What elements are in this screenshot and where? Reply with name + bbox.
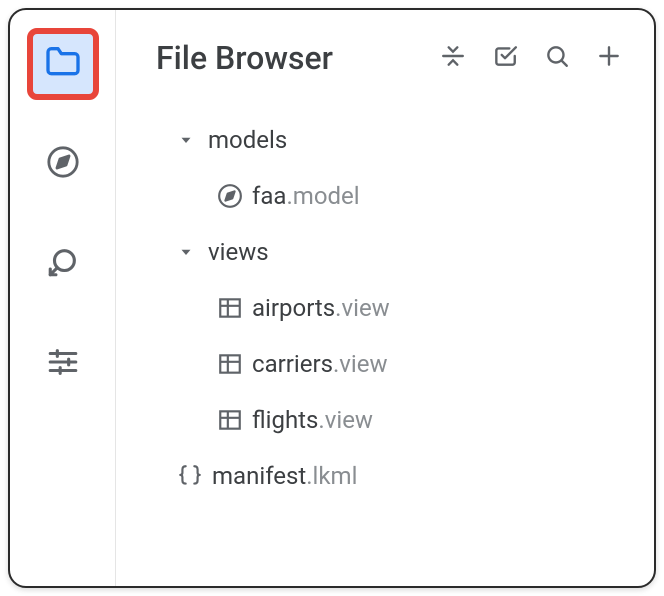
tree-file[interactable]: carriers.view <box>164 336 654 392</box>
search-icon <box>544 43 570 73</box>
file-tree: models faa.model views airports.view <box>116 106 654 504</box>
toolbar <box>440 43 622 73</box>
folder-label: views <box>208 238 269 266</box>
sliders-icon <box>46 345 80 383</box>
tree-folder-models[interactable]: models <box>164 112 654 168</box>
checklist-icon <box>492 43 518 73</box>
toolbar-search-button[interactable] <box>544 43 570 73</box>
toolbar-add-button[interactable] <box>596 43 622 73</box>
sidebar <box>10 10 116 586</box>
sidebar-btn-history[interactable] <box>27 228 99 300</box>
file-label: faa.model <box>252 182 360 210</box>
header: File Browser <box>116 10 654 106</box>
main-panel: File Browser <box>116 10 654 586</box>
chevron-down-icon <box>164 243 208 261</box>
file-label: carriers.view <box>252 350 388 378</box>
history-icon <box>46 245 80 283</box>
file-label: manifest.lkml <box>212 462 357 490</box>
sidebar-btn-compass[interactable] <box>27 128 99 200</box>
folder-label: models <box>208 126 287 154</box>
table-icon <box>208 351 252 377</box>
tree-file[interactable]: flights.view <box>164 392 654 448</box>
folder-icon <box>43 42 83 86</box>
compass-icon <box>46 145 80 183</box>
plus-icon <box>596 43 622 73</box>
page-title: File Browser <box>156 39 333 77</box>
table-icon <box>208 295 252 321</box>
sidebar-btn-folder[interactable] <box>27 28 99 100</box>
table-icon <box>208 407 252 433</box>
collapse-icon <box>440 43 466 73</box>
toolbar-collapse-button[interactable] <box>440 43 466 73</box>
file-label: flights.view <box>252 406 373 434</box>
tree-file[interactable]: faa.model <box>164 168 654 224</box>
sidebar-btn-sliders[interactable] <box>27 328 99 400</box>
tree-file[interactable]: airports.view <box>164 280 654 336</box>
compass-icon <box>208 183 252 209</box>
tree-folder-views[interactable]: views <box>164 224 654 280</box>
app-container: File Browser <box>8 8 656 588</box>
chevron-down-icon <box>164 131 208 149</box>
toolbar-checklist-button[interactable] <box>492 43 518 73</box>
braces-icon <box>168 463 212 489</box>
file-label: airports.view <box>252 294 390 322</box>
tree-file[interactable]: manifest.lkml <box>164 448 654 504</box>
